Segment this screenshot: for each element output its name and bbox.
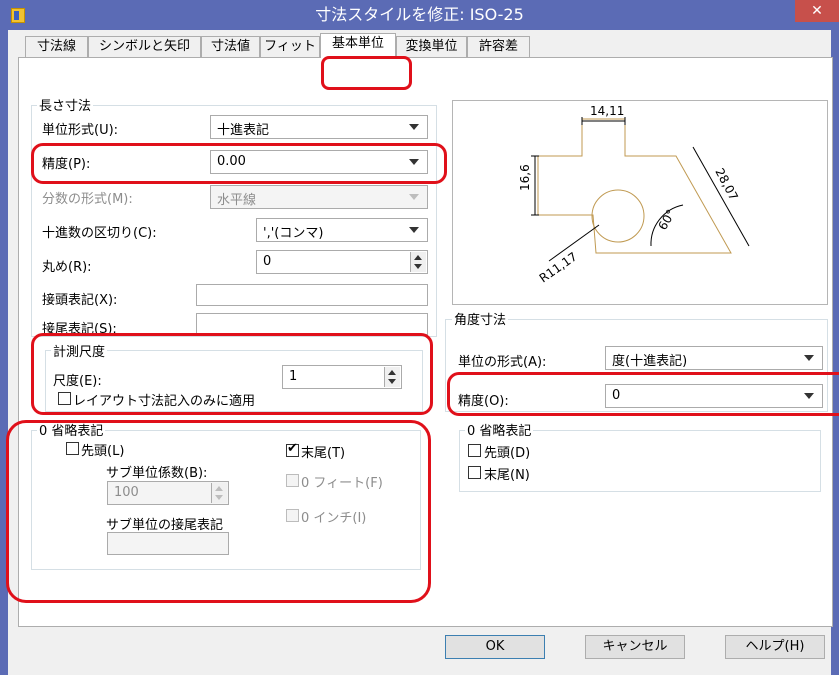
layout-only-checkbox[interactable] xyxy=(58,392,71,405)
scale-factor-label: 尺度(E): xyxy=(53,374,102,389)
chevron-down-icon xyxy=(804,393,814,399)
angle-trailing-zero-label: 末尾(N) xyxy=(484,468,530,483)
prefix-label: 接頭表記(X): xyxy=(42,293,118,308)
unit-format-value: 十進表記 xyxy=(217,123,270,138)
chevron-down-icon xyxy=(804,355,814,361)
chevron-down-icon xyxy=(409,159,419,165)
decimal-separator-select[interactable]: ','(コンマ) xyxy=(256,218,428,242)
layout-only-label: レイアウト寸法記入のみに適用 xyxy=(73,394,256,409)
zero-feet-checkbox[interactable] xyxy=(286,474,299,487)
tab-text[interactable]: 寸法値 xyxy=(201,36,260,57)
title-bar[interactable]: 寸法スタイルを修正: ISO-25 ✕ xyxy=(0,0,839,30)
decimal-separator-label: 十進数の区切り(C): xyxy=(42,226,157,241)
angle-unit-format-label: 単位の形式(A): xyxy=(458,355,547,370)
dimension-preview: 14,11 16,6 28,07 60° R11,17 xyxy=(452,100,828,305)
linear-dimensions-label: 長さ寸法 xyxy=(37,95,94,114)
spinner-arrows-icon[interactable] xyxy=(410,252,426,272)
zero-inches-label: 0 インチ(I) xyxy=(301,511,367,526)
precision-label: 精度(P): xyxy=(42,157,91,172)
angle-unit-format-value: 度(十進表記) xyxy=(612,354,688,369)
round-off-label: 丸め(R): xyxy=(42,260,92,275)
check-mark-icon: ✔ xyxy=(287,441,298,456)
fraction-format-select[interactable]: 水平線 xyxy=(210,185,428,209)
cancel-button[interactable]: キャンセル xyxy=(585,635,685,659)
precision-select[interactable]: 0.00 xyxy=(210,150,428,174)
ok-button[interactable]: OK xyxy=(445,635,545,659)
angle-zero-suppression-label: 0 省略表記 xyxy=(465,420,534,439)
dim-left-text: 16,6 xyxy=(518,164,532,191)
close-button[interactable]: ✕ xyxy=(795,0,839,22)
angular-dimensions-label: 角度寸法 xyxy=(452,309,509,328)
tab-dimension-lines[interactable]: 寸法線 xyxy=(25,36,88,57)
angle-precision-label: 精度(O): xyxy=(458,394,509,409)
dim-right-text: 28,07 xyxy=(712,166,740,203)
zero-suppression-label: 0 省略表記 xyxy=(37,420,106,439)
decimal-separator-value: ','(コンマ) xyxy=(263,226,324,241)
angle-trailing-zero-checkbox[interactable] xyxy=(468,466,481,479)
fraction-format-value: 水平線 xyxy=(217,193,257,208)
tab-tolerances[interactable]: 許容差 xyxy=(467,36,530,57)
tab-symbols-arrows[interactable]: シンボルと矢印 xyxy=(88,36,201,57)
sub-unit-factor-label: サブ単位係数(B): xyxy=(106,466,208,481)
chevron-down-icon xyxy=(409,124,419,130)
scale-factor-spinner[interactable]: 1 xyxy=(282,365,402,389)
precision-value: 0.00 xyxy=(217,154,246,169)
trailing-zero-label: 末尾(T) xyxy=(301,446,346,461)
angle-precision-select[interactable]: 0 xyxy=(605,384,823,408)
sub-unit-factor-value: 100 xyxy=(114,485,139,500)
spinner-arrows-icon[interactable] xyxy=(211,483,227,503)
chevron-down-icon xyxy=(409,227,419,233)
unit-format-label: 単位形式(U): xyxy=(42,123,119,138)
leading-zero-label: 先頭(L) xyxy=(81,444,125,459)
leading-zero-checkbox[interactable] xyxy=(66,442,79,455)
sub-unit-factor-spinner[interactable]: 100 xyxy=(107,481,229,505)
angle-leading-zero-checkbox[interactable] xyxy=(468,444,481,457)
sub-unit-suffix-input[interactable] xyxy=(107,532,229,555)
measurement-scale-label: 計測尺度 xyxy=(51,341,108,360)
dim-top-text: 14,11 xyxy=(590,104,624,118)
chevron-down-icon xyxy=(409,194,419,200)
fraction-format-label: 分数の形式(M): xyxy=(42,192,133,207)
tab-fit[interactable]: フィット xyxy=(260,36,320,57)
scale-factor-value: 1 xyxy=(289,369,298,384)
trailing-zero-checkbox[interactable]: ✔ xyxy=(286,441,299,457)
angle-leading-zero-label: 先頭(D) xyxy=(484,446,531,461)
tab-primary-units[interactable]: 基本単位 xyxy=(320,33,396,58)
dim-angle-text: 60° xyxy=(655,207,678,232)
zero-inches-checkbox[interactable] xyxy=(286,509,299,522)
suffix-input[interactable] xyxy=(196,313,428,335)
round-off-spinner[interactable]: 0 xyxy=(256,250,428,274)
unit-format-select[interactable]: 十進表記 xyxy=(210,115,428,139)
help-button[interactable]: ヘルプ(H) xyxy=(725,635,825,659)
spinner-arrows-icon[interactable] xyxy=(384,367,400,387)
round-off-value: 0 xyxy=(263,254,272,269)
preview-drawing: 14,11 16,6 28,07 60° R11,17 xyxy=(518,104,750,285)
tab-alternate-units[interactable]: 変換単位 xyxy=(396,36,467,57)
prefix-input[interactable] xyxy=(196,284,428,306)
angle-unit-format-select[interactable]: 度(十進表記) xyxy=(605,346,823,370)
angle-precision-value: 0 xyxy=(612,388,621,403)
window-title: 寸法スタイルを修正: ISO-25 xyxy=(315,5,524,24)
zero-feet-label: 0 フィート(F) xyxy=(301,476,383,491)
suffix-label: 接尾表記(S): xyxy=(42,322,117,337)
sub-unit-suffix-label: サブ単位の接尾表記 xyxy=(106,518,224,533)
